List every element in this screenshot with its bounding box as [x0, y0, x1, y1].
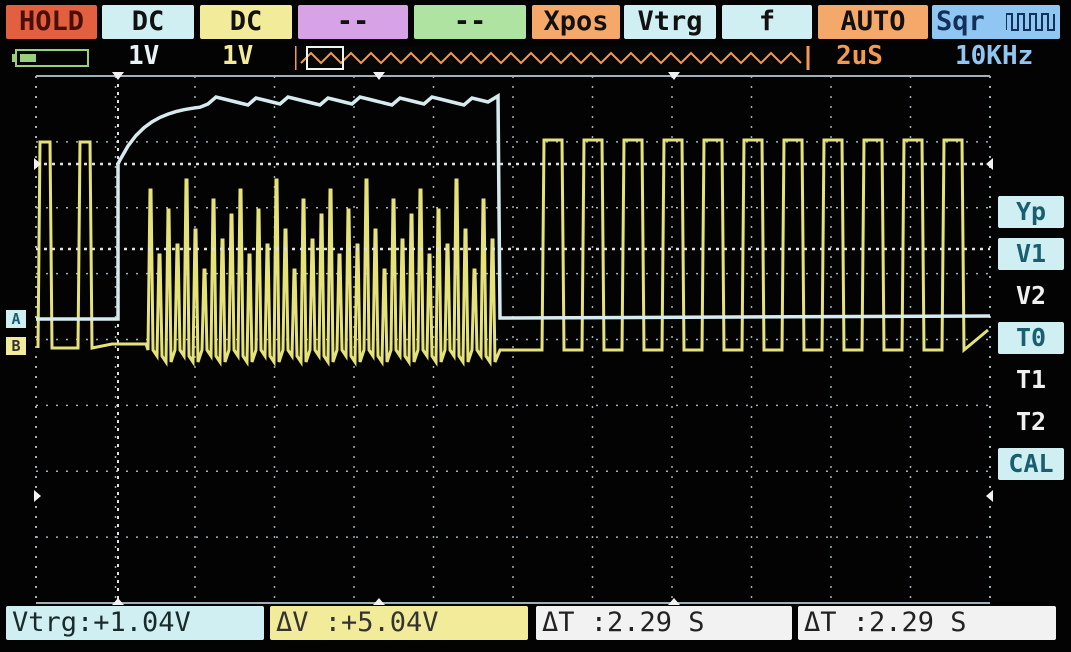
channel-b-trace — [36, 138, 989, 367]
menu-v1[interactable]: V1 — [998, 238, 1064, 270]
right-marker-bottom — [986, 490, 993, 502]
menu-t0[interactable]: T0 — [998, 322, 1064, 354]
delta-t-readout-1[interactable]: ΔT :2.29 S — [536, 606, 792, 640]
delta-v-readout[interactable]: ΔV :+5.04V — [270, 606, 528, 640]
delta-t-readout-2[interactable]: ΔT :2.29 S — [798, 606, 1056, 640]
menu-v2[interactable]: V2 — [998, 280, 1064, 312]
waveform-display — [34, 72, 993, 605]
oscilloscope-screen: HOLD DC DC -- -- Xpos Vtrg f AUTO Sqr 1V… — [0, 0, 1071, 652]
vtrg-readout[interactable]: Vtrg:+1.04V — [6, 606, 264, 640]
marker-bottom-left — [112, 598, 124, 605]
menu-t2[interactable]: T2 — [998, 406, 1064, 438]
marker-bottom-mid — [373, 598, 385, 605]
channel-a-marker[interactable]: A — [6, 310, 26, 328]
right-marker-v1 — [986, 158, 993, 170]
menu-cal[interactable]: CAL — [998, 448, 1064, 480]
menu-t1[interactable]: T1 — [998, 364, 1064, 396]
channel-b-marker[interactable]: B — [6, 337, 26, 355]
menu-yp[interactable]: Yp — [998, 196, 1064, 228]
marker-bottom-right — [668, 598, 680, 605]
left-marker-bottom — [34, 490, 41, 502]
